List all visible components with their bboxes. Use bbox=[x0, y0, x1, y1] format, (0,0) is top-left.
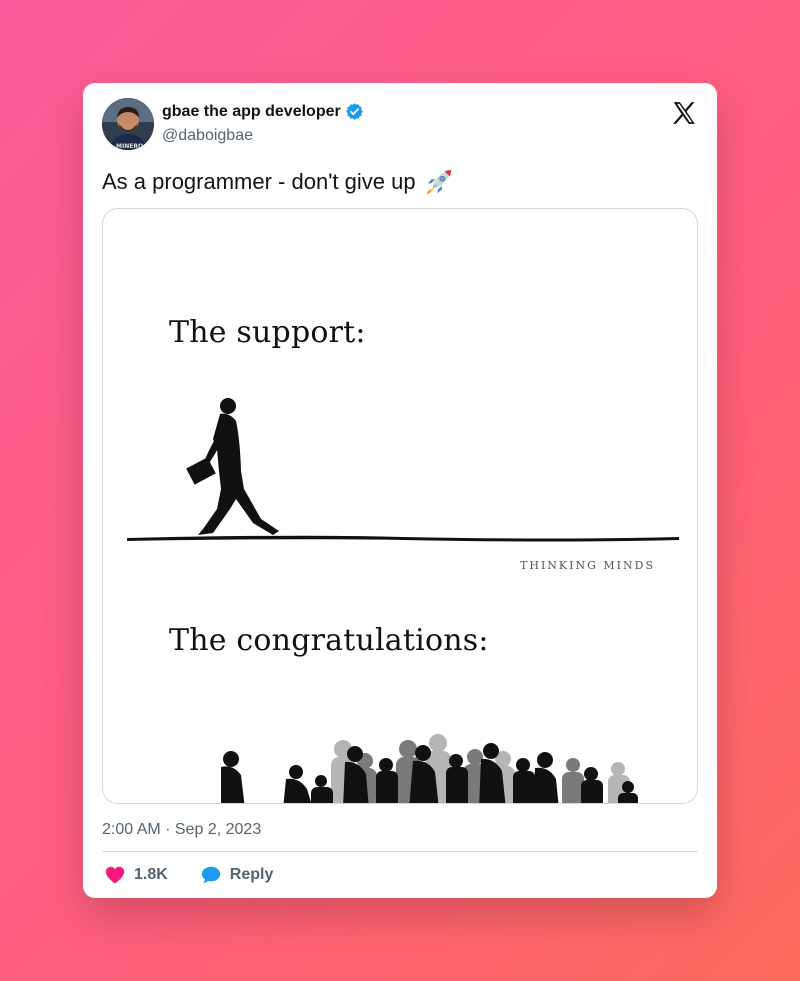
like-button[interactable]: 1.8K bbox=[104, 864, 168, 886]
like-count: 1.8K bbox=[134, 866, 168, 883]
author-name-text: gbae the app developer bbox=[162, 102, 341, 120]
tweet-timestamp[interactable]: 2:00 AM · Sep 2, 2023 bbox=[102, 821, 261, 839]
heart-icon bbox=[105, 866, 125, 884]
reply-label: Reply bbox=[229, 866, 274, 883]
reply-button[interactable]: Reply bbox=[200, 864, 274, 886]
crowd-silhouette bbox=[221, 734, 638, 803]
divider bbox=[102, 851, 698, 852]
avatar-photo: MINERO bbox=[102, 98, 154, 150]
svg-text:MINERO: MINERO bbox=[116, 143, 143, 150]
x-logo-icon[interactable] bbox=[671, 100, 697, 126]
meme-watermark: THINKING MINDS bbox=[520, 559, 655, 572]
meme-congrats-label: The congratulations: bbox=[169, 623, 489, 658]
author-name[interactable]: gbae the app developer bbox=[162, 102, 364, 121]
tweet-card: MINERO gbae the app developer @daboigbae… bbox=[83, 83, 717, 898]
avatar[interactable]: MINERO bbox=[102, 98, 154, 150]
tweet-text-body: As a programmer - don't give up bbox=[102, 169, 416, 194]
meme-illustration bbox=[127, 398, 679, 803]
rocket-icon bbox=[426, 169, 451, 195]
walking-man-silhouette bbox=[186, 398, 279, 535]
tweet-actions: 1.8K Reply bbox=[104, 862, 305, 888]
speech-bubble-icon bbox=[201, 866, 220, 884]
author-handle[interactable]: @daboigbae bbox=[162, 127, 253, 145]
tweet-text: As a programmer - don't give up bbox=[102, 167, 454, 197]
verified-badge-icon bbox=[345, 103, 363, 120]
tweet-media-image[interactable]: The support: THINKING MINDS The congratu… bbox=[102, 208, 698, 804]
ground-line bbox=[127, 535, 679, 542]
